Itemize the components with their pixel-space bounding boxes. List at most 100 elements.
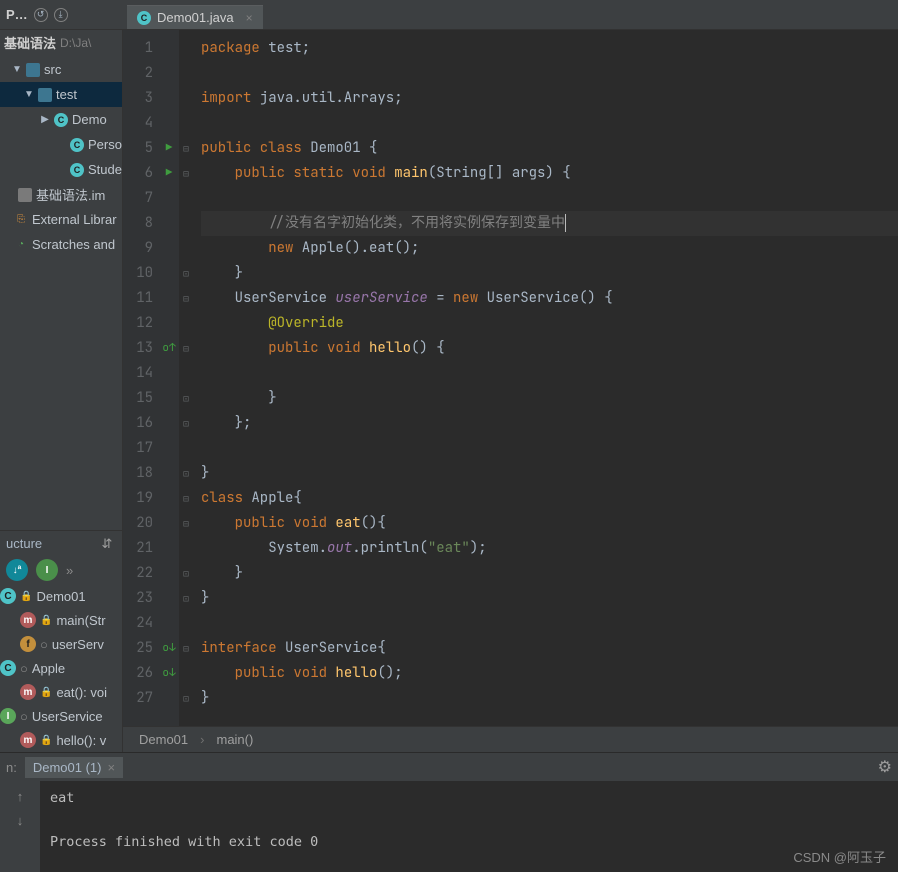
fold-toggle-icon[interactable]: ⊟ (179, 136, 193, 161)
override-up-icon[interactable]: o↑ (162, 341, 175, 355)
code-line[interactable] (201, 611, 898, 636)
editor-tab-demo01[interactable]: C Demo01.java × (127, 5, 263, 29)
fold-gutter[interactable]: ⊟⊟⊡⊟⊟⊡⊡⊡⊟⊟⊡⊡⊟⊡ (179, 30, 193, 726)
structure-row[interactable]: I○ UserService (0, 704, 122, 728)
fold-toggle-icon[interactable]: ⊟ (179, 636, 193, 661)
fold-toggle-icon[interactable]: ⊡ (179, 586, 193, 611)
editor-tab-strip: C Demo01.java × (123, 0, 898, 29)
structure-inherited-button[interactable]: I (36, 559, 58, 581)
fold-toggle-icon[interactable]: ⊟ (179, 161, 193, 186)
fold-toggle-icon[interactable]: ⊡ (179, 411, 193, 436)
tree-row[interactable]: ⎘External Librar (0, 207, 122, 232)
code-line[interactable]: interface UserService{ (201, 636, 898, 661)
code-line[interactable]: public static void main(String[] args) { (201, 161, 898, 186)
tree-arrow-icon[interactable]: ▼ (24, 89, 34, 100)
tree-row[interactable]: 基础语法.im (0, 182, 122, 207)
code-line[interactable] (201, 436, 898, 461)
fold-toggle-icon (179, 361, 193, 386)
code-line[interactable]: System.out.println("eat"); (201, 536, 898, 561)
code-line[interactable]: } (201, 586, 898, 611)
code-line[interactable]: public void hello(); (201, 661, 898, 686)
fold-toggle-icon[interactable]: ⊡ (179, 461, 193, 486)
code-line[interactable]: package test; (201, 36, 898, 61)
lib-icon: ⎘ (14, 213, 28, 227)
structure-row[interactable]: f○ userServ (0, 632, 122, 656)
run-toolwindow-label: n: (6, 760, 17, 775)
code-line[interactable]: public void eat(){ (201, 511, 898, 536)
close-tab-icon[interactable]: × (246, 11, 253, 25)
override-down-icon[interactable]: o↓ (162, 666, 175, 680)
gutter-icon-strip[interactable]: ▶ ▶ o↑ o↓ o↓ (159, 30, 179, 726)
structure-row[interactable]: m🔒 main(Str (0, 608, 122, 632)
project-tool-label[interactable]: P… (6, 7, 28, 22)
run-tab-demo01[interactable]: Demo01 (1) × (25, 757, 123, 778)
code-line[interactable] (201, 186, 898, 211)
fold-toggle-icon[interactable]: ⊡ (179, 386, 193, 411)
structure-more-icon[interactable]: » (66, 563, 73, 578)
collapse-icon[interactable]: ⤓ (54, 8, 68, 22)
refresh-icon[interactable]: ↺ (34, 8, 48, 22)
tree-row[interactable]: CPerso (0, 132, 122, 157)
scroll-up-icon[interactable]: ↑ (11, 787, 29, 805)
fold-toggle-icon[interactable]: ⊟ (179, 286, 193, 311)
symbol-icon: f (20, 636, 36, 652)
line-number-gutter[interactable]: 1234567891011121314151617181920212223242… (123, 30, 159, 726)
tree-row[interactable]: ◔Scratches and (0, 232, 122, 257)
override-down-icon[interactable]: o↓ (162, 641, 175, 655)
code-line[interactable]: public void hello() { (201, 336, 898, 361)
console-output[interactable]: eat Process finished with exit code 0 (40, 781, 898, 872)
editor-breadcrumb[interactable]: Demo01 › main() (123, 726, 898, 752)
code-line[interactable]: new Apple().eat(); (201, 236, 898, 261)
scroll-down-icon[interactable]: ↓ (11, 811, 29, 829)
code-line[interactable]: //没有名字初始化类，不用将实例保存到变量中 (201, 211, 898, 236)
tree-arrow-icon[interactable]: ▼ (12, 64, 22, 75)
class-icon: C (54, 113, 68, 127)
tree-label: 基础语法.im (36, 185, 105, 204)
fold-toggle-icon (179, 661, 193, 686)
run-gutter-icon[interactable]: ▶ (166, 166, 173, 180)
code-line[interactable]: } (201, 561, 898, 586)
breadcrumb[interactable]: 基础语法 D:\Ja\ (0, 30, 122, 55)
tree-row[interactable]: ▼test (0, 82, 122, 107)
code-line[interactable]: } (201, 386, 898, 411)
run-gutter-icon[interactable]: ▶ (166, 141, 173, 155)
fold-toggle-icon[interactable]: ⊟ (179, 336, 193, 361)
tree-arrow-icon[interactable]: ▶ (40, 114, 50, 125)
code-line[interactable]: }; (201, 411, 898, 436)
code-line[interactable] (201, 111, 898, 136)
gear-icon[interactable]: ⚙ (878, 757, 892, 777)
code-line[interactable]: } (201, 686, 898, 711)
fold-toggle-icon (179, 236, 193, 261)
structure-sort-button[interactable]: ↓ª (6, 559, 28, 581)
visibility-icon: ○ (20, 661, 28, 676)
structure-row[interactable]: C○ Apple (0, 656, 122, 680)
code-line[interactable]: UserService userService = new UserServic… (201, 286, 898, 311)
code-line[interactable]: class Apple{ (201, 486, 898, 511)
structure-row[interactable]: m🔒 hello(): v (0, 728, 122, 752)
editor-breadcrumb-class: Demo01 (139, 732, 188, 747)
tree-row[interactable]: ▼src (0, 57, 122, 82)
code-line[interactable]: public class Demo01 { (201, 136, 898, 161)
folder-icon (38, 88, 52, 102)
project-tree[interactable]: ▼src▼test▶CDemoCPersoCStude基础语法.im⎘Exter… (0, 55, 122, 530)
structure-row[interactable]: m🔒 eat(): voi (0, 680, 122, 704)
structure-row[interactable]: C🔒 Demo01 (0, 584, 122, 608)
fold-toggle-icon[interactable]: ⊟ (179, 486, 193, 511)
code-line[interactable]: @Override (201, 311, 898, 336)
symbol-icon: C (0, 660, 16, 676)
structure-settings-icon[interactable]: ⇵ (98, 535, 116, 553)
code-line[interactable] (201, 361, 898, 386)
close-run-tab-icon[interactable]: × (107, 760, 115, 775)
tree-row[interactable]: CStude (0, 157, 122, 182)
code-line[interactable]: import java.util.Arrays; (201, 86, 898, 111)
code-line[interactable]: } (201, 461, 898, 486)
code-body[interactable]: package test; import java.util.Arrays; pub… (193, 30, 898, 726)
code-line[interactable]: } (201, 261, 898, 286)
fold-toggle-icon[interactable]: ⊟ (179, 511, 193, 536)
structure-tree[interactable]: C🔒 Demo01m🔒 main(Strf○ userServC○ Applem… (0, 584, 122, 752)
fold-toggle-icon[interactable]: ⊡ (179, 261, 193, 286)
fold-toggle-icon[interactable]: ⊡ (179, 561, 193, 586)
code-line[interactable] (201, 61, 898, 86)
tree-row[interactable]: ▶CDemo (0, 107, 122, 132)
fold-toggle-icon[interactable]: ⊡ (179, 686, 193, 711)
